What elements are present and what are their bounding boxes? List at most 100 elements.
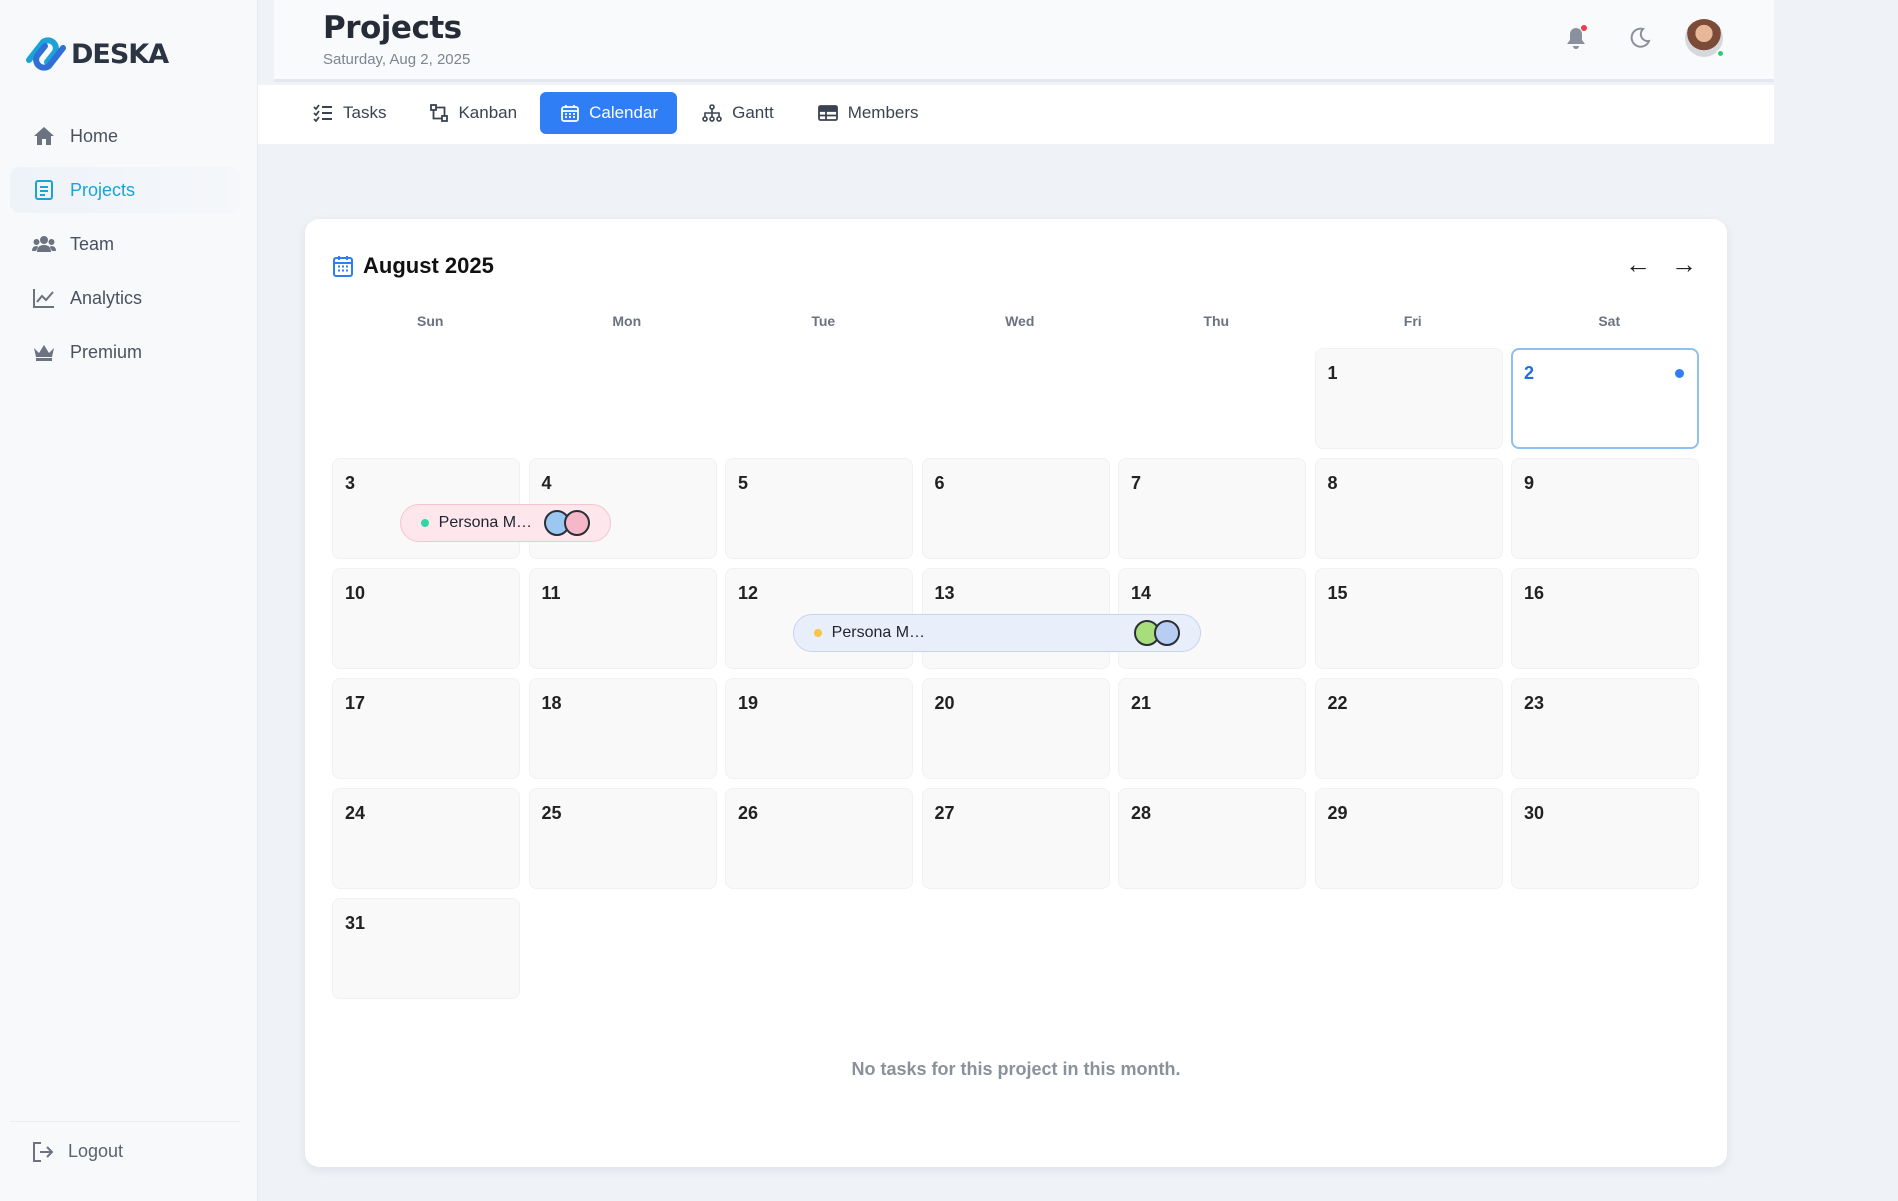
task-assignees (544, 510, 591, 536)
day-number: 3 (345, 473, 356, 493)
sidebar: DESKA Home Projects Team Analytics Premi… (0, 0, 258, 1201)
day-number: 24 (345, 803, 366, 823)
calendar-day[interactable]: 6 (921, 458, 1110, 559)
task-bar[interactable]: Persona M… (399, 504, 612, 542)
calendar-day[interactable]: 20 (921, 678, 1110, 779)
tab-gantt[interactable]: Gantt (681, 92, 793, 134)
calendar-day[interactable]: 21 (1118, 678, 1306, 779)
day-number: 25 (541, 803, 562, 823)
deska-logo[interactable]: DESKA (23, 34, 169, 74)
sidebar-item-team[interactable]: Team (10, 221, 240, 267)
day-number: 5 (738, 473, 749, 493)
sidebar-item-premium[interactable]: Premium (10, 329, 240, 375)
theme-toggle-button[interactable] (1620, 18, 1660, 58)
notification-badge (1581, 25, 1587, 31)
calendar-day[interactable]: 7 (1118, 458, 1306, 559)
calendar-day-today[interactable]: 2 (1511, 348, 1699, 449)
day-number: 6 (934, 473, 945, 493)
weekday-label: Mon (612, 313, 642, 329)
sidebar-nav: Home Projects Team Analytics Premium (10, 113, 240, 383)
calendar-day[interactable]: 25 (528, 788, 717, 889)
table-icon (817, 104, 838, 122)
calendar-day[interactable]: 29 (1314, 788, 1503, 889)
page-header: Projects Saturday, Aug 2, 2025 (274, 0, 1774, 82)
sidebar-item-home[interactable]: Home (10, 113, 240, 159)
next-month-button[interactable]: → (1671, 251, 1697, 277)
tab-label: Kanban (458, 103, 518, 122)
gantt-icon (702, 104, 722, 122)
day-number: 14 (1131, 583, 1152, 603)
tab-kanban[interactable]: Kanban (409, 92, 536, 134)
crown-icon (32, 340, 56, 364)
day-number: 18 (541, 693, 562, 713)
tab-label: Calendar (589, 103, 659, 122)
header-actions (1532, 18, 1725, 58)
sidebar-item-analytics[interactable]: Analytics (10, 275, 240, 321)
calendar-day[interactable]: 11 (528, 568, 717, 669)
list-icon (313, 104, 333, 122)
weekday-label: Wed (1005, 313, 1035, 329)
tab-members[interactable]: Members (797, 92, 938, 134)
calendar-day[interactable]: 15 (1314, 568, 1503, 669)
weekday-label: Sun (417, 313, 444, 329)
task-status-dot (813, 629, 822, 637)
day-number: 12 (738, 583, 759, 603)
calendar-day[interactable]: 5 (725, 458, 913, 559)
projects-icon (32, 178, 56, 202)
calendar-day[interactable]: 26 (725, 788, 913, 889)
tab-calendar[interactable]: Calendar (540, 92, 678, 134)
calendar-day[interactable]: 9 (1511, 458, 1699, 559)
day-number: 15 (1327, 583, 1348, 603)
notifications-button[interactable] (1556, 18, 1596, 58)
analytics-icon (32, 286, 56, 310)
prev-month-button[interactable]: ← (1625, 251, 1651, 277)
assignee-avatar (564, 510, 591, 536)
day-number: 29 (1327, 803, 1348, 823)
calendar-day[interactable]: 22 (1314, 678, 1503, 779)
weekday-label: Thu (1203, 313, 1230, 329)
task-title: Persona M… (831, 624, 926, 641)
day-number: 20 (934, 693, 955, 713)
calendar-day[interactable]: 10 (332, 568, 520, 669)
calendar-day[interactable]: 23 (1511, 678, 1699, 779)
brand-name: DESKA (71, 38, 169, 70)
view-tabs-bar: Tasks Kanban Calendar Gantt Members (258, 85, 1774, 144)
logout-button[interactable]: Logout (32, 1141, 123, 1162)
calendar-day[interactable]: 18 (528, 678, 717, 779)
logout-label: Logout (68, 1141, 124, 1161)
calendar-day[interactable]: 16 (1511, 568, 1699, 669)
user-avatar-button[interactable] (1684, 18, 1725, 58)
calendar-day[interactable]: 30 (1511, 788, 1699, 889)
page-date: Saturday, Aug 2, 2025 (323, 51, 471, 68)
view-tabs: Tasks Kanban Calendar Gantt Members (292, 92, 938, 134)
day-number: 21 (1131, 693, 1152, 713)
calendar-day[interactable]: 31 (332, 898, 520, 999)
calendar-day[interactable]: 24 (332, 788, 520, 889)
calendar-day[interactable]: 17 (332, 678, 520, 779)
calendar-day[interactable]: 1 (1314, 348, 1503, 449)
calendar-card: August 2025 ← → Sun Mon Tue Wed Thu Fri Sat 12… (305, 219, 1727, 1167)
calendar-day[interactable]: 8 (1314, 458, 1503, 559)
tab-label: Tasks (343, 103, 387, 122)
sidebar-item-label: Home (70, 125, 119, 146)
day-number: 22 (1327, 693, 1348, 713)
team-icon (32, 232, 56, 256)
task-status-dot (420, 519, 429, 527)
calendar-day[interactable]: 19 (725, 678, 913, 779)
sidebar-item-label: Team (70, 233, 115, 254)
day-number: 8 (1327, 473, 1338, 493)
month-navigation: ← → (1625, 251, 1697, 277)
day-number: 10 (345, 583, 366, 603)
calendar-day[interactable]: 28 (1118, 788, 1306, 889)
day-number: 31 (345, 913, 366, 933)
page-title: Projects (323, 10, 462, 46)
day-number: 16 (1524, 583, 1545, 603)
task-title: Persona M… (438, 514, 533, 531)
task-bar[interactable]: Persona M… (792, 614, 1201, 652)
sidebar-item-projects[interactable]: Projects (10, 167, 240, 213)
day-number: 9 (1524, 473, 1535, 493)
tab-label: Members (847, 103, 919, 122)
tab-tasks[interactable]: Tasks (292, 92, 405, 134)
calendar-day[interactable]: 27 (921, 788, 1110, 889)
calendar-header: August 2025 (333, 253, 494, 279)
